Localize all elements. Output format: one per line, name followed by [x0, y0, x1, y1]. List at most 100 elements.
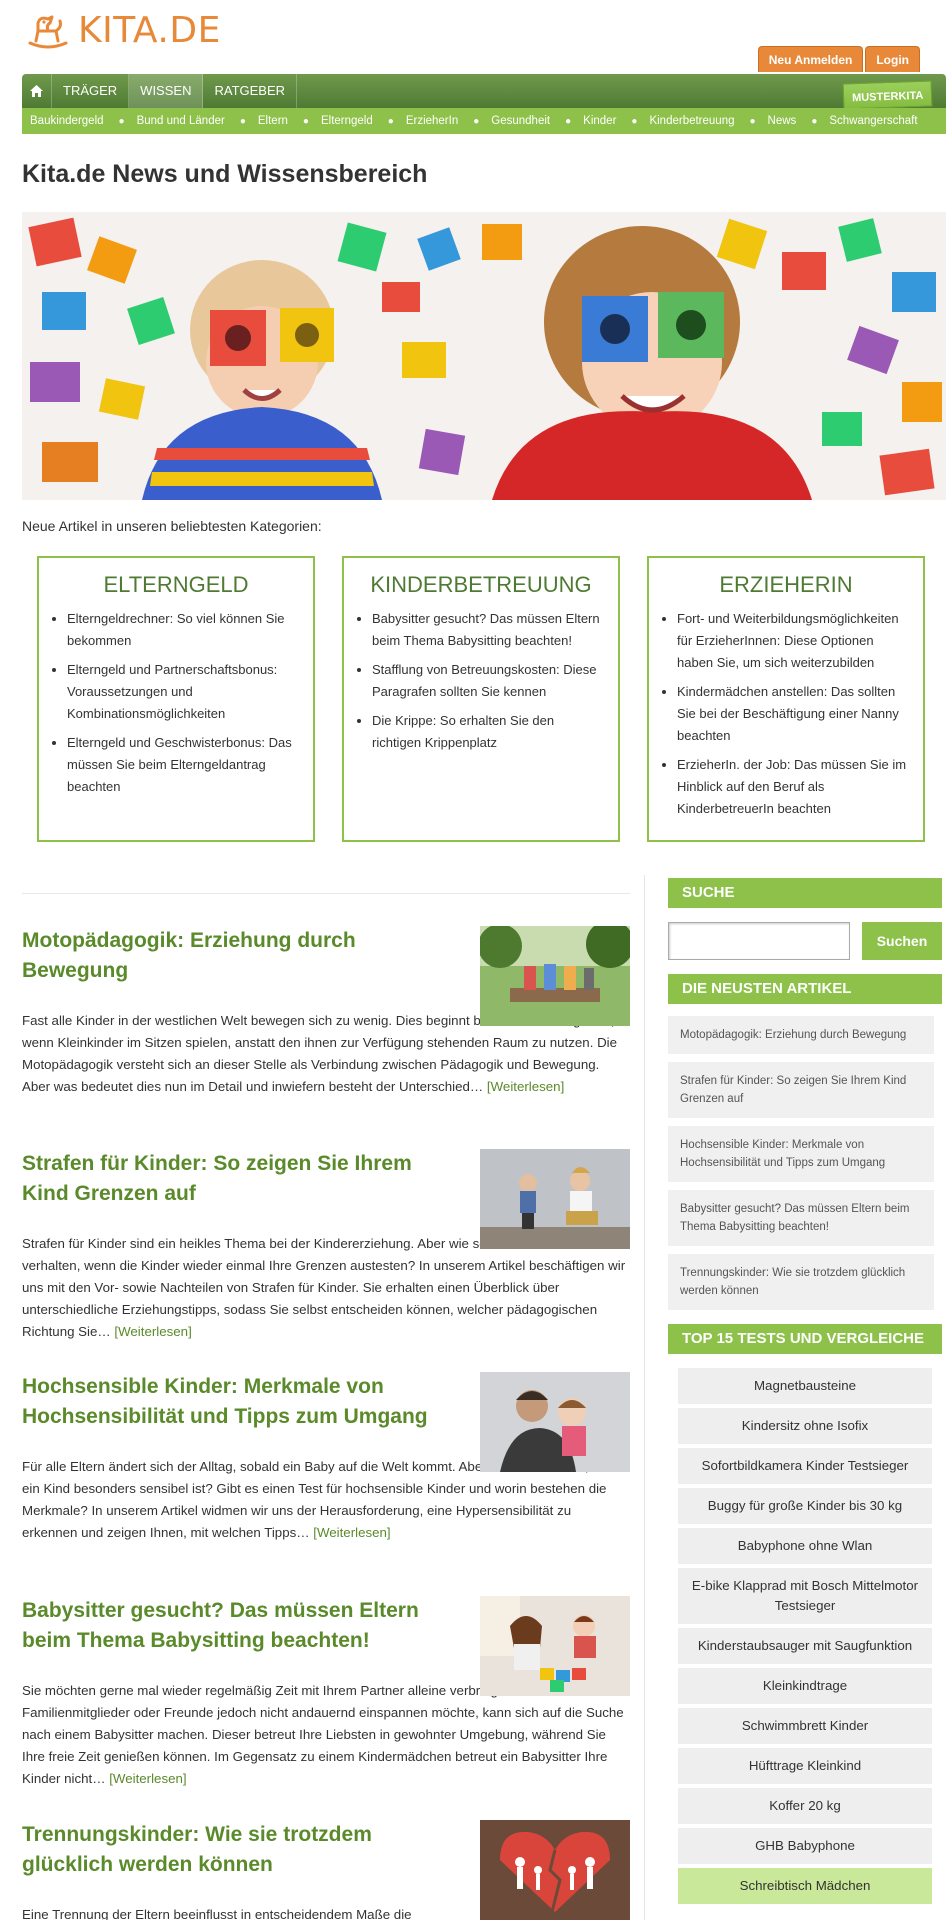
parent-child-photo — [480, 1149, 630, 1249]
sidebar: SUCHE Suchen DIE NEUSTEN ARTIKEL Motopäd… — [668, 878, 942, 1908]
search-form: Suchen — [668, 922, 942, 960]
article-excerpt: Sie möchten gerne mal wieder regelmäßig … — [22, 1680, 630, 1790]
category-title[interactable]: ERZIEHERIN — [661, 572, 911, 598]
page-title: Kita.de News und Wissensbereich — [22, 160, 428, 188]
article-title[interactable]: Motopädagogik: Erziehung durch Bewegung — [22, 926, 452, 986]
article-teaser: Hochsensible Kinder: Merkmale von Hochse… — [22, 1372, 630, 1544]
article-thumbnail[interactable] — [480, 1820, 630, 1920]
category-link[interactable]: Stafflung von Betreuungskosten: Diese Pa… — [372, 659, 606, 703]
category-link[interactable]: ErzieherIn. der Job: Das müssen Sie im H… — [677, 754, 911, 820]
register-button[interactable]: Neu Anmelden — [757, 46, 864, 72]
newest-article-link[interactable]: Hochsensible Kinder: Merkmale von Hochse… — [668, 1126, 934, 1182]
subnav-item[interactable]: Eltern — [258, 115, 288, 127]
category-link[interactable]: Elterngeld und Geschwisterbonus: Das müs… — [67, 732, 301, 798]
search-button[interactable]: Suchen — [862, 922, 942, 960]
category-box-kinderbetreuung: KINDERBETREUUNG Babysitter gesucht? Das … — [342, 556, 620, 842]
subnav-item[interactable]: Baukindergeld — [30, 115, 104, 127]
article-text: Eine Trennung der Eltern beeinflusst in … — [22, 1907, 412, 1920]
test-link[interactable]: Sofortbildkamera Kinder Testsieger — [678, 1448, 932, 1484]
tests-list: Magnetbausteine Kindersitz ohne Isofix S… — [668, 1368, 942, 1904]
article-title[interactable]: Trennungskinder: Wie sie trotzdem glückl… — [22, 1820, 452, 1880]
home-link[interactable] — [22, 74, 52, 108]
test-link[interactable]: Kinderstaubsauger mit Saugfunktion — [678, 1628, 932, 1664]
broken-heart-family-photo — [480, 1820, 630, 1920]
test-link[interactable]: GHB Babyphone — [678, 1828, 932, 1864]
category-link[interactable]: Babysitter gesucht? Das müssen Eltern be… — [372, 608, 606, 652]
test-link[interactable]: Schwimmbrett Kinder — [678, 1708, 932, 1744]
test-link[interactable]: Kleinkindtrage — [678, 1668, 932, 1704]
login-button[interactable]: Login — [865, 46, 920, 72]
article-thumbnail[interactable] — [480, 926, 630, 1026]
subnav-item[interactable]: Bund und Länder — [137, 115, 225, 127]
rocking-horse-icon — [28, 15, 68, 48]
test-link[interactable]: Kindersitz ohne Isofix — [678, 1408, 932, 1444]
bullet-separator: ● — [302, 115, 309, 127]
category-link[interactable]: Fort- und Weiterbildungsmöglichkeiten fü… — [677, 608, 911, 674]
newest-articles-heading: DIE NEUSTEN ARTIKEL — [668, 974, 942, 1004]
category-link[interactable]: Elterngeld und Partnerschaftsbonus: Vora… — [67, 659, 301, 725]
babysitter-photo — [480, 1596, 630, 1696]
article-thumbnail[interactable] — [480, 1149, 630, 1249]
site-header: KITA.DE Neu Anmelden Login — [0, 0, 946, 74]
nav-item-traeger[interactable]: TRÄGER — [52, 74, 130, 108]
sub-navigation: Baukindergeld ● Bund und Länder ● Eltern ● … — [22, 108, 946, 134]
newest-article-link[interactable]: Babysitter gesucht? Das müssen Eltern be… — [668, 1190, 934, 1246]
logo-text: KITA.DE — [78, 10, 221, 51]
father-daughter-photo — [480, 1372, 630, 1472]
test-link[interactable]: Magnetbausteine — [678, 1368, 932, 1404]
article-teaser: Trennungskinder: Wie sie trotzdem glückl… — [22, 1820, 630, 1920]
article-title[interactable]: Hochsensible Kinder: Merkmale von Hochse… — [22, 1372, 452, 1432]
article-title[interactable]: Strafen für Kinder: So zeigen Sie Ihrem … — [22, 1149, 452, 1209]
bullet-separator: ● — [565, 115, 572, 127]
site-logo[interactable]: KITA.DE — [26, 10, 221, 51]
category-title[interactable]: ELTERNGELD — [51, 572, 301, 598]
category-link[interactable]: Kindermädchen anstellen: Das sollten Sie… — [677, 681, 911, 747]
article-teaser: Strafen für Kinder: So zeigen Sie Ihrem … — [22, 1149, 630, 1343]
subnav-item[interactable]: ErzieherIn — [406, 115, 458, 127]
test-link[interactable]: Hüfttrage Kleinkind — [678, 1748, 932, 1784]
test-link[interactable]: E-bike Klapprad mit Bosch Mittelmotor Te… — [678, 1568, 932, 1624]
article-thumbnail[interactable] — [480, 1372, 630, 1472]
playground-photo — [480, 926, 630, 1026]
children-blocks-illustration — [22, 212, 946, 500]
test-link[interactable]: Babyphone ohne Wlan — [678, 1528, 932, 1564]
search-heading: SUCHE — [668, 878, 942, 908]
article-teaser: Motopädagogik: Erziehung durch Bewegung … — [22, 926, 630, 1098]
subnav-item[interactable]: News — [768, 115, 797, 127]
category-link[interactable]: Die Krippe: So erhalten Sie den richtige… — [372, 710, 606, 754]
test-link[interactable]: Schreibtisch Mädchen — [678, 1868, 932, 1904]
subnav-item[interactable]: Gesundheit — [491, 115, 550, 127]
article-title[interactable]: Babysitter gesucht? Das müssen Eltern be… — [22, 1596, 452, 1656]
bullet-separator: ● — [749, 115, 756, 127]
newest-article-link[interactable]: Motopädagogik: Erziehung durch Bewegung — [668, 1016, 934, 1054]
subnav-item[interactable]: Kinderbetreuung — [649, 115, 734, 127]
test-link[interactable]: Koffer 20 kg — [678, 1788, 932, 1824]
bullet-separator: ● — [239, 115, 246, 127]
nav-item-ratgeber[interactable]: RATGEBER — [203, 74, 298, 108]
article-thumbnail[interactable] — [480, 1596, 630, 1696]
category-title[interactable]: KINDERBETREUUNG — [356, 572, 606, 598]
read-more-link[interactable]: [Weiterlesen] — [114, 1324, 191, 1339]
test-link[interactable]: Buggy für große Kinder bis 30 kg — [678, 1488, 932, 1524]
read-more-link[interactable]: [Weiterlesen] — [313, 1525, 390, 1540]
tests-heading: TOP 15 TESTS UND VERGLEICHE — [668, 1324, 942, 1354]
subnav-item[interactable]: Schwangerschaft — [829, 115, 917, 127]
article-teaser: Babysitter gesucht? Das müssen Eltern be… — [22, 1596, 630, 1790]
bullet-separator: ● — [387, 115, 394, 127]
bullet-separator: ● — [473, 115, 480, 127]
bullet-separator: ● — [118, 115, 125, 127]
category-link[interactable]: Elterngeldrechner: So viel können Sie be… — [67, 608, 301, 652]
read-more-link[interactable]: [Weiterlesen] — [487, 1079, 564, 1094]
newest-article-link[interactable]: Strafen für Kinder: So zeigen Sie Ihrem … — [668, 1062, 934, 1118]
newest-article-link[interactable]: Trennungskinder: Wie sie trotzdem glückl… — [668, 1254, 934, 1310]
search-input[interactable] — [668, 922, 850, 960]
main-navigation: TRÄGER WISSEN RATGEBER MUSTERKITA — [22, 74, 946, 110]
subnav-item[interactable]: Kinder — [583, 115, 616, 127]
musterkita-button[interactable]: MUSTERKITA — [842, 80, 933, 110]
nav-item-wissen[interactable]: WISSEN — [129, 74, 204, 108]
read-more-link[interactable]: [Weiterlesen] — [109, 1771, 186, 1786]
subnav-item[interactable]: Elterngeld — [321, 115, 373, 127]
newest-articles-list: Motopädagogik: Erziehung durch Bewegung … — [668, 1016, 942, 1310]
user-buttons: Neu Anmelden Login — [757, 46, 920, 72]
article-text: Strafen für Kinder sind ein heikles Them… — [22, 1236, 626, 1339]
